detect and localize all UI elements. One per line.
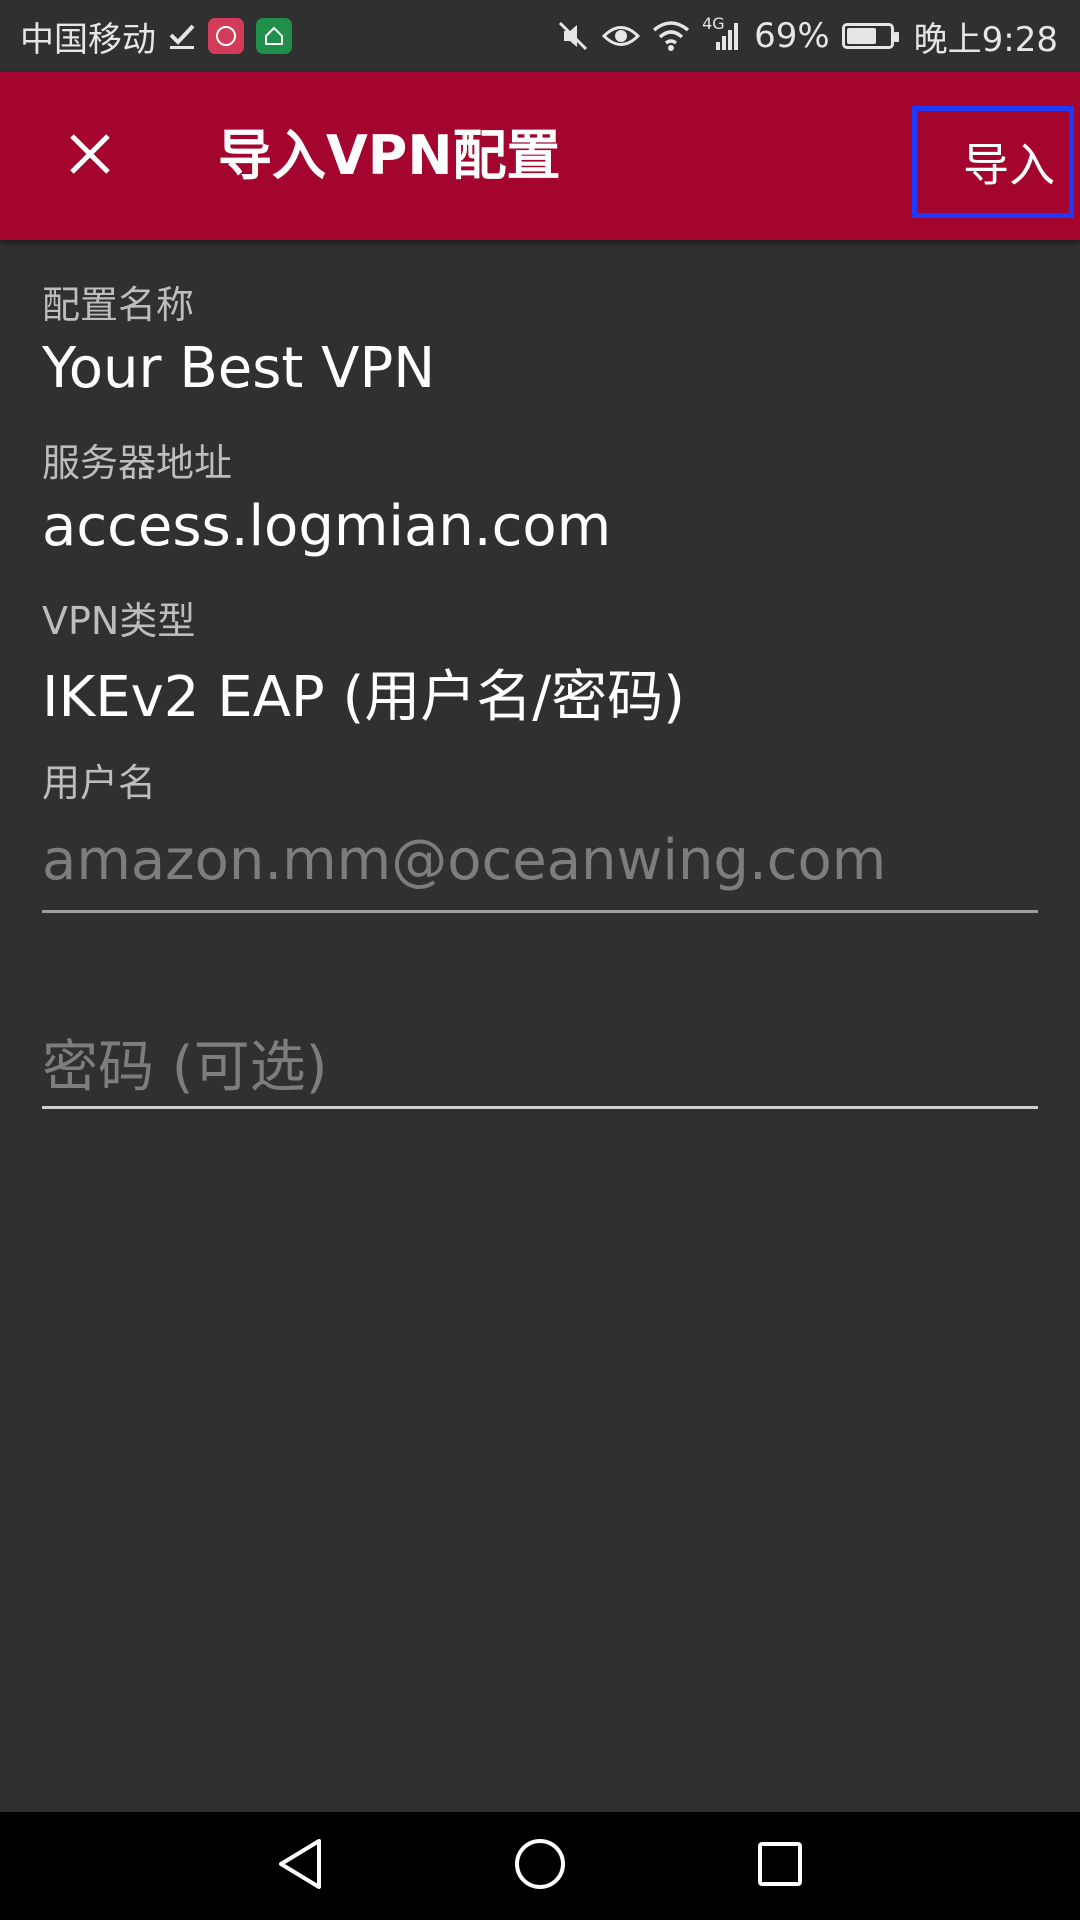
recents-icon xyxy=(755,1839,805,1893)
page-title: 导入VPN配置 xyxy=(218,124,561,187)
vpn-type-label: VPN类型 xyxy=(42,599,196,643)
import-button[interactable]: 导入 xyxy=(912,106,1074,218)
wifi-icon xyxy=(652,20,690,52)
network-type: 4G xyxy=(702,14,725,33)
status-bar: 中国移动 4G 69% 晚上9:28 xyxy=(0,0,1080,72)
status-bar-left: 中国移动 xyxy=(20,12,292,61)
server-address-value: access.logmian.com xyxy=(42,494,612,559)
battery-percent: 69% xyxy=(754,16,830,56)
password-underline xyxy=(42,1106,1038,1109)
username-label: 用户名 xyxy=(42,761,157,805)
battery-icon xyxy=(841,23,899,49)
username-input[interactable]: amazon.mm@oceanwing.com xyxy=(42,828,886,893)
close-icon xyxy=(68,132,112,180)
home-button[interactable] xyxy=(504,1832,576,1900)
back-icon xyxy=(275,1837,325,1895)
battery-fill xyxy=(846,28,876,44)
profile-name-label: 配置名称 xyxy=(42,283,195,327)
carrier-name: 中国移动 xyxy=(20,19,156,60)
check-icon xyxy=(168,21,196,51)
home-icon xyxy=(513,1837,567,1895)
back-button[interactable] xyxy=(264,1832,336,1900)
username-underline xyxy=(42,910,1038,913)
app-icon-green xyxy=(256,18,292,54)
close-button[interactable] xyxy=(46,112,134,200)
clock: 晚上9:28 xyxy=(913,19,1058,60)
app-bar: 导入VPN配置 导入 xyxy=(0,72,1080,240)
recents-button[interactable] xyxy=(744,1832,816,1900)
profile-name-value: Your Best VPN xyxy=(42,336,436,401)
mute-icon xyxy=(556,19,590,53)
app-icon-pink xyxy=(208,18,244,54)
eye-icon xyxy=(602,21,641,51)
vpn-type-value: IKEv2 EAP (用户名/密码) xyxy=(42,665,686,730)
status-bar-right: 4G 69% 晚上9:28 xyxy=(556,12,1058,61)
signal-icon: 4G xyxy=(702,14,742,52)
navigation-bar xyxy=(0,1812,1080,1920)
server-address-label: 服务器地址 xyxy=(42,441,233,485)
password-input[interactable]: 密码 (可选) xyxy=(42,1022,328,1103)
